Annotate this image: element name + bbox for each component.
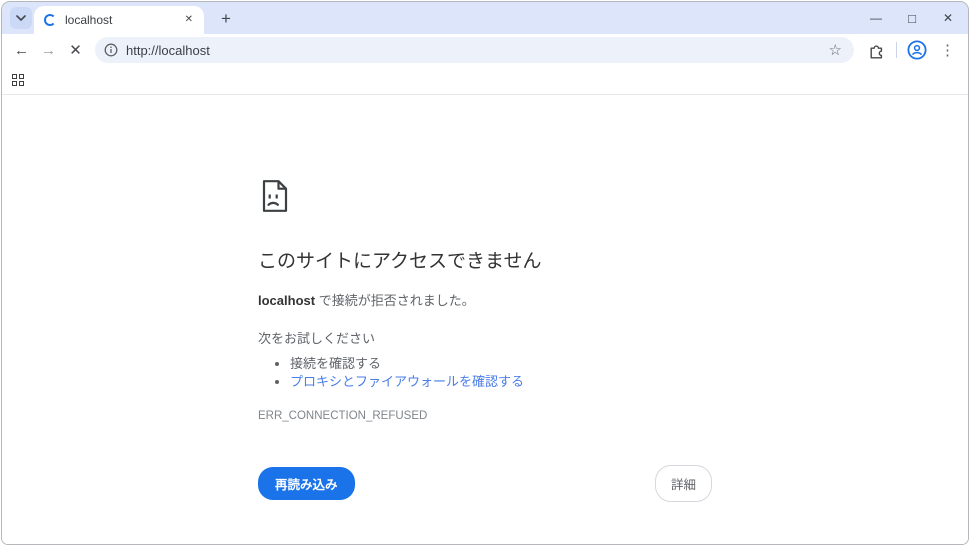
suggestions-list: 接続を確認する プロキシとファイアウォールを確認する bbox=[258, 355, 712, 391]
toolbar: ← → ✕ http://localhost ☆ ⋮ bbox=[2, 34, 968, 66]
maximize-button[interactable]: □ bbox=[894, 2, 930, 34]
forward-button[interactable]: → bbox=[35, 37, 62, 64]
details-button[interactable]: 詳細 bbox=[654, 465, 712, 502]
error-title: このサイトにアクセスできません bbox=[258, 251, 542, 272]
new-tab-button[interactable]: + bbox=[214, 7, 238, 31]
minimize-button[interactable]: — bbox=[858, 2, 894, 34]
loading-spinner-icon bbox=[44, 14, 56, 26]
address-bar[interactable]: http://localhost ☆ bbox=[95, 37, 854, 63]
info-icon[interactable] bbox=[104, 43, 118, 57]
suggestions-title: 次をお試しください bbox=[258, 331, 376, 346]
puzzle-piece-icon bbox=[870, 44, 883, 58]
tab-strip: localhost ✕ + — □ ✕ bbox=[2, 2, 968, 34]
error-message-text: で接続が拒否されました。 bbox=[315, 293, 475, 308]
tab-title: localhost bbox=[65, 13, 113, 27]
sad-file-icon bbox=[262, 180, 288, 212]
bookmarks-bar bbox=[2, 66, 968, 95]
url-text: http://localhost bbox=[126, 42, 210, 58]
back-button[interactable]: ← bbox=[8, 37, 35, 64]
browser-window: localhost ✕ + — □ ✕ ← → ✕ http://localho… bbox=[1, 1, 969, 545]
bookmark-star-icon[interactable]: ☆ bbox=[827, 41, 844, 60]
toolbar-right: ⋮ bbox=[866, 39, 958, 61]
list-item: プロキシとファイアウォールを確認する bbox=[290, 373, 712, 391]
proxy-firewall-link[interactable]: プロキシとファイアウォールを確認する bbox=[290, 374, 524, 389]
button-row: 再読み込み 詳細 bbox=[258, 465, 712, 502]
profile-button[interactable] bbox=[906, 39, 928, 61]
tab-search-button[interactable] bbox=[10, 7, 32, 29]
suggestion-text: 接続を確認する bbox=[290, 356, 382, 371]
tab-close-icon[interactable]: ✕ bbox=[182, 12, 196, 28]
error-code: ERR_CONNECTION_REFUSED bbox=[258, 410, 428, 422]
stop-button[interactable]: ✕ bbox=[62, 37, 89, 64]
window-close-button[interactable]: ✕ bbox=[930, 2, 966, 34]
toolbar-divider bbox=[896, 42, 897, 58]
person-circle-icon bbox=[907, 40, 927, 60]
page-content: このサイトにアクセスできません localhost で接続が拒否されました。 次… bbox=[2, 95, 968, 544]
list-item: 接続を確認する bbox=[290, 355, 712, 373]
error-container: このサイトにアクセスできません localhost で接続が拒否されました。 次… bbox=[258, 95, 712, 502]
reload-button[interactable]: 再読み込み bbox=[258, 467, 355, 500]
browser-tab[interactable]: localhost ✕ bbox=[34, 6, 204, 34]
error-message: localhost で接続が拒否されました。 bbox=[258, 290, 712, 309]
apps-grid-icon[interactable] bbox=[12, 74, 24, 86]
error-host: localhost bbox=[258, 293, 316, 308]
menu-dots-icon[interactable]: ⋮ bbox=[937, 43, 958, 58]
extensions-button[interactable] bbox=[866, 40, 887, 61]
chevron-down-icon bbox=[16, 15, 26, 21]
window-controls: — □ ✕ bbox=[858, 2, 966, 34]
